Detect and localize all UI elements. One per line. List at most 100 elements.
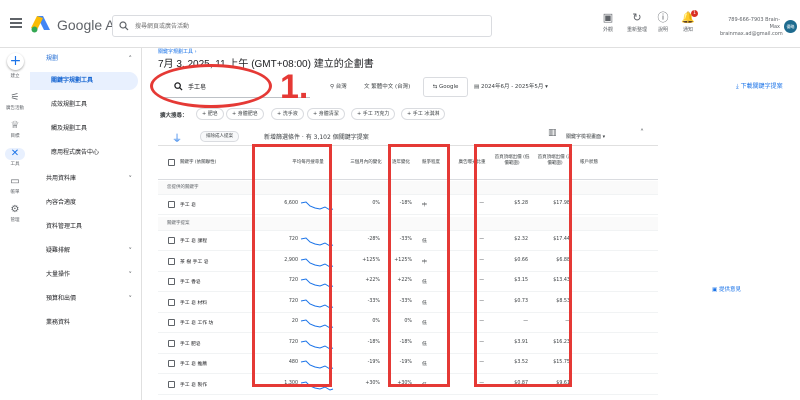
keyword-cell: 茶 樹 手工 皂 [180,259,209,265]
chevron-up-icon: ˄ [128,55,133,63]
rail-label-campaigns: 廣告活動 [6,106,24,111]
nav-data-manager[interactable]: 資料管理工具 [30,218,142,236]
rail-campaigns[interactable]: ⚟ 廣告活動 [0,92,30,111]
nav-bulk-actions-label: 大量操作 [46,271,71,278]
rail-label-goals: 目標 [10,134,20,139]
nav-troubleshooting[interactable]: 疑難排解 ˅ [30,242,142,260]
bell-icon: 🔔 [681,11,695,24]
row-checkbox[interactable] [168,380,175,388]
nav-performance-planner[interactable]: 成效規劃工具 [30,96,142,114]
download-label: 下載關鍵字提案 [740,83,783,90]
network-label: Google [438,84,459,90]
col-account-status[interactable]: 帳戶狀態 [574,160,604,166]
annotation-box-volume [252,144,332,387]
filter-icon[interactable]: ⏚ [172,130,182,145]
view-select-label: 關鍵字檢視畫面 [566,134,602,140]
expand-chip[interactable]: + 手工 冰淇淋 [401,108,446,120]
row-checkbox[interactable] [168,360,175,367]
nav-shared-library-label: 共用資料庫 [46,175,77,182]
annotation-box-competition [388,144,450,387]
three-month-cell: -28% [367,237,380,242]
date-range-filter[interactable]: ▤ 2024年6月 - 2025年5月 ▾ [474,82,548,90]
network-filter[interactable]: ⇆ Google [423,77,468,97]
chevron-down-icon: ˅ [128,271,133,279]
annotation-step-number: 1. [280,68,309,106]
collapse-icon[interactable]: ˄ [640,128,644,137]
feedback-button[interactable]: ▣ 提供意見 [712,285,741,293]
three-month-cell: -19% [367,360,380,365]
rail-goals[interactable]: ♕ 目標 [0,120,30,139]
feedback-label: 提供意見 [718,287,741,293]
breadcrumb[interactable]: 關鍵字規劃工具 › [158,48,197,55]
download-button[interactable]: ⤓ 下載關鍵字提案 [736,81,783,91]
nav-section-label: 規劃 [46,55,59,62]
avatar[interactable]: 優略 [784,20,797,33]
nav-business-data[interactable]: 業務資料 [30,314,142,332]
keyword-cell: 手工 皂 製作 [180,382,208,388]
row-checkbox[interactable] [168,257,175,265]
nav-bulk-actions[interactable]: 大量操作 ˅ [30,266,142,284]
tools-icon: ✕ [5,148,25,160]
rail-label-admin: 管理 [10,218,20,223]
nav-section-planning[interactable]: 規劃 ˄ [30,50,142,68]
exclude-adult-chip[interactable]: 排除成人提案 [200,131,239,142]
menu-icon[interactable] [10,18,22,28]
row-checkbox[interactable] [168,201,175,208]
create-label: 建立 [10,74,20,79]
appearance-button[interactable]: ▣ 外觀 [593,11,623,34]
account-id: 789-666-7903 Brain-Max [728,17,780,30]
expand-chip[interactable]: + 肥皂 [196,108,224,120]
annotation-box-bids [474,144,572,387]
row-checkbox[interactable] [168,298,175,306]
left-rail: + 建立 ⚟ 廣告活動 ♕ 目標 ✕ 工具 ▭ 帳單 ⚙ 管理 [0,48,30,400]
view-select[interactable]: 關鍵字檢視畫面 ▾ [566,133,605,140]
col-three-month[interactable]: 三個月內的變化 [342,160,390,166]
select-all-checkbox[interactable] [168,159,175,166]
rail-admin[interactable]: ⚙ 管理 [0,204,30,223]
location-label: 台灣 [335,84,347,90]
three-month-cell: -33% [367,298,380,304]
account-email: brainmax.ad@gmail.com [720,31,783,37]
location-filter[interactable]: ⚲ 台灣 [330,82,347,90]
expand-chip[interactable]: + 手工 巧克力 [351,108,396,120]
row-checkbox[interactable] [168,237,175,244]
expand-chip[interactable]: + 洗手液 [271,108,304,120]
keyword-cell: 手工 香皂 [180,280,201,285]
expand-chip[interactable]: + 身體肥皂 [226,108,264,120]
nav-keyword-planner[interactable]: 關鍵字規劃工具 [30,72,138,90]
three-month-cell: +125% [362,257,380,263]
toolbar-summary[interactable]: 新增篩選條件 · 有 3,102 個關鍵字提案 [264,132,369,141]
dropdown-arrow-icon: ▾ [543,84,548,90]
search-icon [119,21,129,31]
columns-icon[interactable]: ▥ [548,128,557,138]
rail-label-tools: 工具 [10,162,20,167]
global-search[interactable] [112,15,492,37]
nav-budgets-bidding-label: 預算和出價 [46,295,77,302]
language-filter[interactable]: 文 繁體中文 (台灣) [364,82,410,90]
create-button[interactable]: + [7,53,24,70]
three-month-cell: +22% [365,278,380,283]
row-checkbox[interactable] [168,319,175,326]
appearance-icon: ▣ [602,11,614,24]
nav-budgets-bidding[interactable]: 預算和出價 ˅ [30,290,142,308]
notifications-label: 通知 [682,27,693,33]
rail-billing[interactable]: ▭ 帳單 [0,176,30,195]
notifications-button[interactable]: 🔔 1 通知 [673,10,703,33]
account-info[interactable]: 789-666-7903 Brain-Max brainmax.ad@gmail… [720,17,783,38]
credit-card-icon: ▭ [10,176,20,187]
search-input[interactable] [135,18,475,34]
rail-tools[interactable]: ✕ 工具 [0,148,30,167]
feedback-icon: ▣ [712,287,719,293]
nav-reach-planner[interactable]: 觸及規劃工具 [30,120,142,138]
keyword-cell: 手工 皂 推薦 [180,362,208,367]
row-checkbox[interactable] [168,278,175,285]
three-month-cell: -18% [367,339,380,345]
row-checkbox[interactable] [168,339,175,347]
col-keyword[interactable]: 關鍵字 (依關聯性) [180,160,216,166]
expand-chip[interactable]: + 身體清潔 [307,108,345,120]
calendar-icon: ▤ [474,84,481,90]
nav-shared-library[interactable]: 共用資料庫 ˅ [30,170,142,188]
nav-app-ads-hub[interactable]: 應用程式廣告中心 [30,144,142,162]
nav-content-suitability[interactable]: 內容合適度 [30,194,142,212]
table-row[interactable]: 肥皂 製作1,300+46%+46%低—$2.61$9.70 [158,395,658,400]
